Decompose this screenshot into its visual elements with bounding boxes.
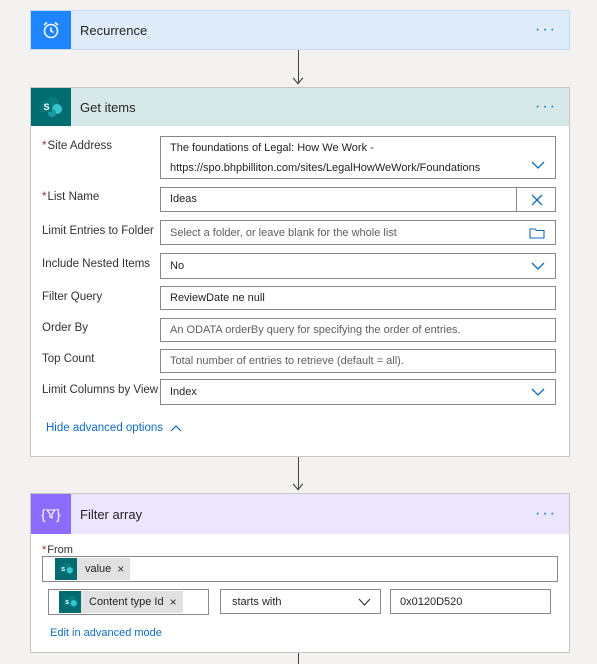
recurrence-card[interactable]: Recurrence ··· — [30, 10, 570, 50]
site-address-value-line1: The foundations of Legal: How We Work - — [170, 142, 374, 154]
content-type-id-label: Content type Id — [89, 596, 164, 608]
operator-select[interactable]: starts with — [220, 589, 381, 614]
connector-arrowhead-2 — [292, 483, 304, 491]
list-name-label: *List Name — [42, 191, 100, 203]
get-items-header[interactable]: S Get items ··· — [31, 88, 569, 126]
list-name-field[interactable]: Ideas — [160, 187, 556, 212]
chevron-down-icon[interactable] — [531, 388, 545, 397]
filter-array-header[interactable]: { } Filter array ··· — [31, 494, 569, 534]
from-token-label: value — [85, 563, 112, 575]
svg-text:S: S — [65, 600, 69, 606]
top-count-field[interactable]: Total number of entries to retrieve (def… — [160, 349, 556, 373]
list-name-value: Ideas — [170, 193, 197, 205]
svg-text:{: { — [41, 506, 46, 522]
folder-icon[interactable] — [529, 227, 545, 239]
sharepoint-icon: S — [31, 88, 71, 126]
chevron-down-icon[interactable] — [531, 262, 545, 271]
limit-columns-label: Limit Columns by View — [42, 384, 159, 396]
remove-token-icon[interactable]: × — [117, 562, 124, 576]
limit-folder-placeholder: Select a folder, or leave blank for the … — [170, 227, 397, 239]
sharepoint-icon: S — [59, 591, 81, 613]
connector-line-3 — [298, 653, 299, 664]
top-count-label: Top Count — [42, 353, 95, 365]
condition-right-field[interactable]: 0x0120D520 — [390, 589, 551, 614]
recurrence-more-menu[interactable]: ··· — [535, 22, 557, 38]
filter-array-more-menu[interactable]: ··· — [535, 506, 557, 522]
remove-token-icon[interactable]: × — [170, 595, 177, 609]
nested-items-select[interactable]: No — [160, 253, 556, 279]
order-by-field[interactable]: An ODATA orderBy query for specifying th… — [160, 318, 556, 342]
filter-query-label: Filter Query — [42, 291, 103, 303]
sharepoint-icon: S — [55, 558, 77, 580]
filter-array-card[interactable]: { } Filter array ··· *From S value × S C… — [30, 493, 570, 653]
order-by-label: Order By — [42, 322, 89, 334]
filter-array-title: Filter array — [80, 506, 143, 522]
condition-left-field[interactable]: S Content type Id × — [48, 589, 209, 615]
recurrence-header[interactable]: Recurrence ··· — [31, 11, 569, 49]
chevron-down-icon[interactable] — [531, 161, 545, 170]
filter-query-value: ReviewDate ne null — [170, 292, 265, 304]
limit-columns-select[interactable]: Index — [160, 379, 556, 405]
from-field[interactable]: S value × — [42, 556, 558, 582]
chevron-down-icon[interactable] — [358, 598, 371, 606]
svg-text:S: S — [61, 567, 65, 573]
get-items-more-menu[interactable]: ··· — [535, 99, 557, 115]
from-label: *From — [42, 544, 73, 556]
site-address-field[interactable]: The foundations of Legal: How We Work - … — [160, 136, 556, 179]
filter-array-icon: { } — [31, 494, 71, 534]
condition-right-value: 0x0120D520 — [400, 596, 463, 608]
recurrence-title: Recurrence — [80, 22, 148, 38]
hide-advanced-options-link[interactable]: Hide advanced options — [46, 422, 182, 434]
nested-items-value: No — [170, 260, 185, 272]
operator-value: starts with — [232, 596, 282, 608]
clear-icon[interactable] — [531, 194, 543, 206]
edit-advanced-mode-link[interactable]: Edit in advanced mode — [50, 627, 162, 639]
get-items-title: Get items — [80, 99, 136, 115]
site-address-label: *Site Address — [42, 140, 113, 152]
nested-items-label: Include Nested Items — [42, 258, 151, 270]
order-by-placeholder: An ODATA orderBy query for specifying th… — [170, 324, 461, 336]
alarm-clock-icon — [31, 11, 71, 49]
site-address-value-line2: https://spo.bhpbilliton.com/sites/LegalH… — [170, 162, 481, 174]
limit-folder-label: Limit Entries to Folder — [42, 225, 154, 237]
content-type-id-token[interactable]: S Content type Id × — [59, 591, 183, 613]
svg-text:S: S — [43, 102, 49, 112]
limit-folder-field[interactable]: Select a folder, or leave blank for the … — [160, 220, 556, 245]
filter-query-field[interactable]: ReviewDate ne null — [160, 286, 556, 310]
get-items-card[interactable]: S Get items ··· *Site Address The founda… — [30, 87, 570, 457]
from-value-token[interactable]: S value × — [55, 558, 131, 580]
connector-arrowhead-1 — [292, 77, 304, 85]
limit-columns-value: Index — [170, 386, 197, 398]
svg-text:}: } — [56, 506, 61, 522]
top-count-placeholder: Total number of entries to retrieve (def… — [170, 355, 404, 367]
chevron-up-icon — [170, 425, 182, 432]
